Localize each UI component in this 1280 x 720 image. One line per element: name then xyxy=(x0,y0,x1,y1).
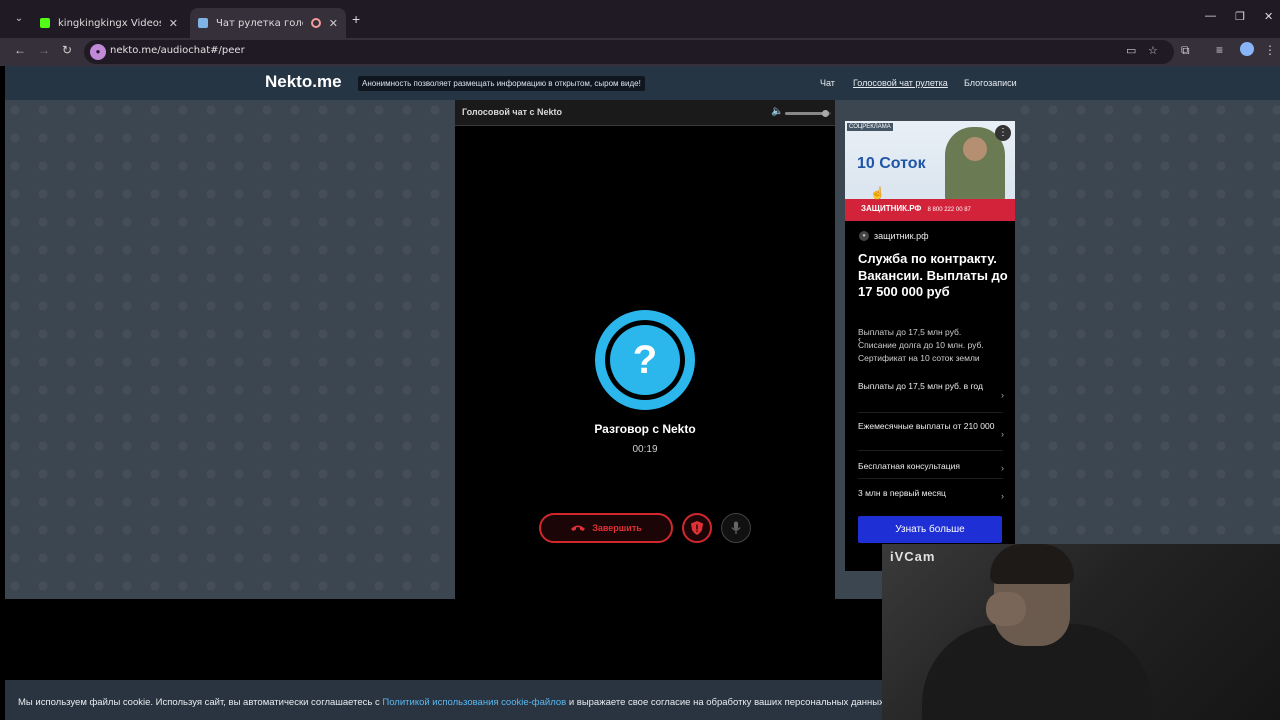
ad-site-domain: защитник.рф xyxy=(874,231,929,241)
browser-menu-icon[interactable]: ⋮ xyxy=(1264,43,1276,57)
background-pattern xyxy=(1015,100,1280,599)
address-bar[interactable]: ● nekto.me/audiochat#/peer ▭ ☆ xyxy=(84,40,1174,64)
url-text: nekto.me/audiochat#/peer xyxy=(110,45,245,56)
web-page: Nekto.me Анонимность позволяет размещать… xyxy=(5,66,1280,599)
soldier-face xyxy=(963,137,987,161)
volume-knob[interactable] xyxy=(822,110,830,117)
chevron-right-icon: › xyxy=(1001,490,1004,501)
chevron-right-icon: › xyxy=(1001,462,1004,473)
restore-icon[interactable]: ❐ xyxy=(1235,10,1245,23)
new-tab-plus-icon[interactable]: + xyxy=(352,11,360,27)
webcam-person-hair xyxy=(990,544,1074,584)
voice-chat-panel: Голосовой чат с Nekto 🔈 ? Разговор с Nek… xyxy=(455,100,835,599)
ad-desc-line: Списание долга до 10 млн. руб. xyxy=(858,340,984,350)
ad-strip-brand: ЗАЩИТНИК.РФ xyxy=(861,204,922,213)
speaker-icon[interactable]: 🔈 xyxy=(771,106,783,117)
site-favicon-icon: ● xyxy=(859,231,869,241)
nav-link-voice-roulette[interactable]: Голосовой чат рулетка xyxy=(853,78,948,88)
browser-toolbar: ← → ↻ ● nekto.me/audiochat#/peer ▭ ☆ ⧉ ≡… xyxy=(0,38,1280,66)
question-mark-icon: ? xyxy=(610,325,680,395)
tab-title: kingkingkingx Videos - Watch Clips xyxy=(58,17,161,29)
ad-row-label: Выплаты до 17,5 млн руб. в год xyxy=(858,381,983,391)
ad-link-row[interactable]: Выплаты до 17,5 млн руб. в год › xyxy=(858,378,1004,413)
ad-title[interactable]: Служба по контракту. Вакансии. Выплаты д… xyxy=(858,251,1008,301)
report-button[interactable] xyxy=(682,513,712,543)
hand-cursor-icon: ☝ xyxy=(870,186,885,200)
ad-link-row[interactable]: Ежемесячные выплаты от 210 000 › xyxy=(858,418,1004,451)
close-tab-icon[interactable]: ✕ xyxy=(329,17,338,30)
tab-title: Чат рулетка голосовая — Nekto.me xyxy=(216,17,303,29)
cookie-text: Мы используем файлы cookie. Используя са… xyxy=(18,697,383,708)
minimize-icon[interactable]: — xyxy=(1205,10,1216,22)
ad-link-row[interactable]: Бесплатная консультация › xyxy=(858,458,1004,479)
webcam-overlay: iVCam xyxy=(882,544,1280,720)
ad-banner-headline: 10 Соток xyxy=(857,155,926,172)
voice-chat-title: Голосовой чат с Nekto xyxy=(462,107,563,117)
chevron-right-icon: › xyxy=(1001,428,1004,439)
profile-avatar[interactable] xyxy=(1240,42,1254,56)
carousel-prev-icon[interactable]: ‹ xyxy=(858,334,861,344)
cookie-banner: Мы используем файлы cookie. Используя са… xyxy=(5,680,882,720)
webcam-app-label: iVCam xyxy=(890,549,936,564)
ad-label: СОЦРЕКЛАМА xyxy=(847,123,893,131)
ad-link-row[interactable]: 3 млн в первый месяц › xyxy=(858,485,1004,506)
nav-link-chat[interactable]: Чат xyxy=(820,78,835,88)
end-call-label: Завершить xyxy=(592,523,642,533)
ad-row-label: 3 млн в первый месяц xyxy=(858,488,946,498)
shield-icon xyxy=(691,521,703,535)
ad-desc-line: Выплаты до 17,5 млн руб. xyxy=(858,327,962,337)
peer-avatar: ? xyxy=(595,310,695,410)
ad-desc-line: Сертификат на 10 соток земли xyxy=(858,353,980,363)
ad-site[interactable]: ● защитник.рф xyxy=(859,231,929,241)
install-app-icon[interactable]: ▭ xyxy=(1126,44,1136,57)
nav-link-blog[interactable]: Блогозаписи xyxy=(964,78,1017,88)
voice-chat-header: Голосовой чат с Nekto 🔈 xyxy=(455,100,835,126)
forward-arrow-icon[interactable]: → xyxy=(38,43,50,57)
nekto-favicon-icon xyxy=(198,18,208,28)
ad-row-label: Бесплатная консультация xyxy=(858,461,960,471)
end-call-button[interactable]: Завершить xyxy=(539,513,673,543)
ad-learn-more-button[interactable]: Узнать больше xyxy=(858,516,1002,543)
ad-banner-image[interactable]: СОЦРЕКЛАМА ⋮ 10 Соток ЗАЩИТНИК.РФ 8 800 … xyxy=(845,121,1015,221)
media-control-icon[interactable]: ≡ xyxy=(1216,43,1223,57)
ad-banner-strip: ЗАЩИТНИК.РФ 8 800 222 00 87 xyxy=(845,199,1015,221)
ad-row-label: Ежемесячные выплаты от 210 000 xyxy=(858,421,995,431)
tab-search-chevron-icon[interactable]: ⌄ xyxy=(10,10,28,28)
recording-indicator-icon xyxy=(310,18,321,28)
site-header: Nekto.me Анонимность позволяет размещать… xyxy=(5,66,1280,100)
hang-up-phone-icon xyxy=(571,525,586,531)
browser-tab-bar: ⌄ kingkingkingx Videos - Watch Clips ✕ Ч… xyxy=(0,0,1280,38)
ad-strip-phone: 8 800 222 00 87 xyxy=(927,207,971,213)
microphone-icon xyxy=(731,521,741,534)
mute-microphone-button[interactable] xyxy=(721,513,751,543)
close-tab-icon[interactable]: ✕ xyxy=(169,17,178,30)
close-window-icon[interactable]: ✕ xyxy=(1264,10,1273,23)
browser-tab-nekto[interactable]: Чат рулетка голосовая — Nekto.me ✕ xyxy=(190,8,346,38)
browser-tab-kick[interactable]: kingkingkingx Videos - Watch Clips ✕ xyxy=(32,8,186,38)
cookie-policy-link[interactable]: Политикой использования cookie-файлов xyxy=(382,697,566,708)
site-logo[interactable]: Nekto.me xyxy=(265,72,342,92)
extensions-icon[interactable]: ⧉ xyxy=(1181,43,1190,58)
background-pattern xyxy=(5,100,455,599)
call-timer: 00:19 xyxy=(632,444,658,455)
avatar-ring-gap: ? xyxy=(605,320,685,400)
reload-icon[interactable]: ↻ xyxy=(62,43,72,57)
kick-favicon-icon xyxy=(40,18,50,28)
cookie-text-rest: и выражаете свое согласие на обработку в… xyxy=(566,697,882,708)
chevron-right-icon: › xyxy=(1001,389,1004,400)
volume-fill xyxy=(785,112,827,115)
conversation-label: Разговор с Nekto xyxy=(594,422,696,436)
ad-description: Выплаты до 17,5 млн руб. Списание долга … xyxy=(858,326,1008,365)
bookmark-star-icon[interactable]: ☆ xyxy=(1148,44,1158,57)
microphone-site-icon[interactable]: ● xyxy=(90,44,106,60)
back-arrow-icon[interactable]: ← xyxy=(14,43,26,57)
webcam-person-hand xyxy=(986,592,1026,626)
volume-slider[interactable] xyxy=(785,110,831,117)
ad-options-icon[interactable]: ⋮ xyxy=(995,125,1011,141)
site-tagline: Анонимность позволяет размещать информац… xyxy=(358,76,645,91)
